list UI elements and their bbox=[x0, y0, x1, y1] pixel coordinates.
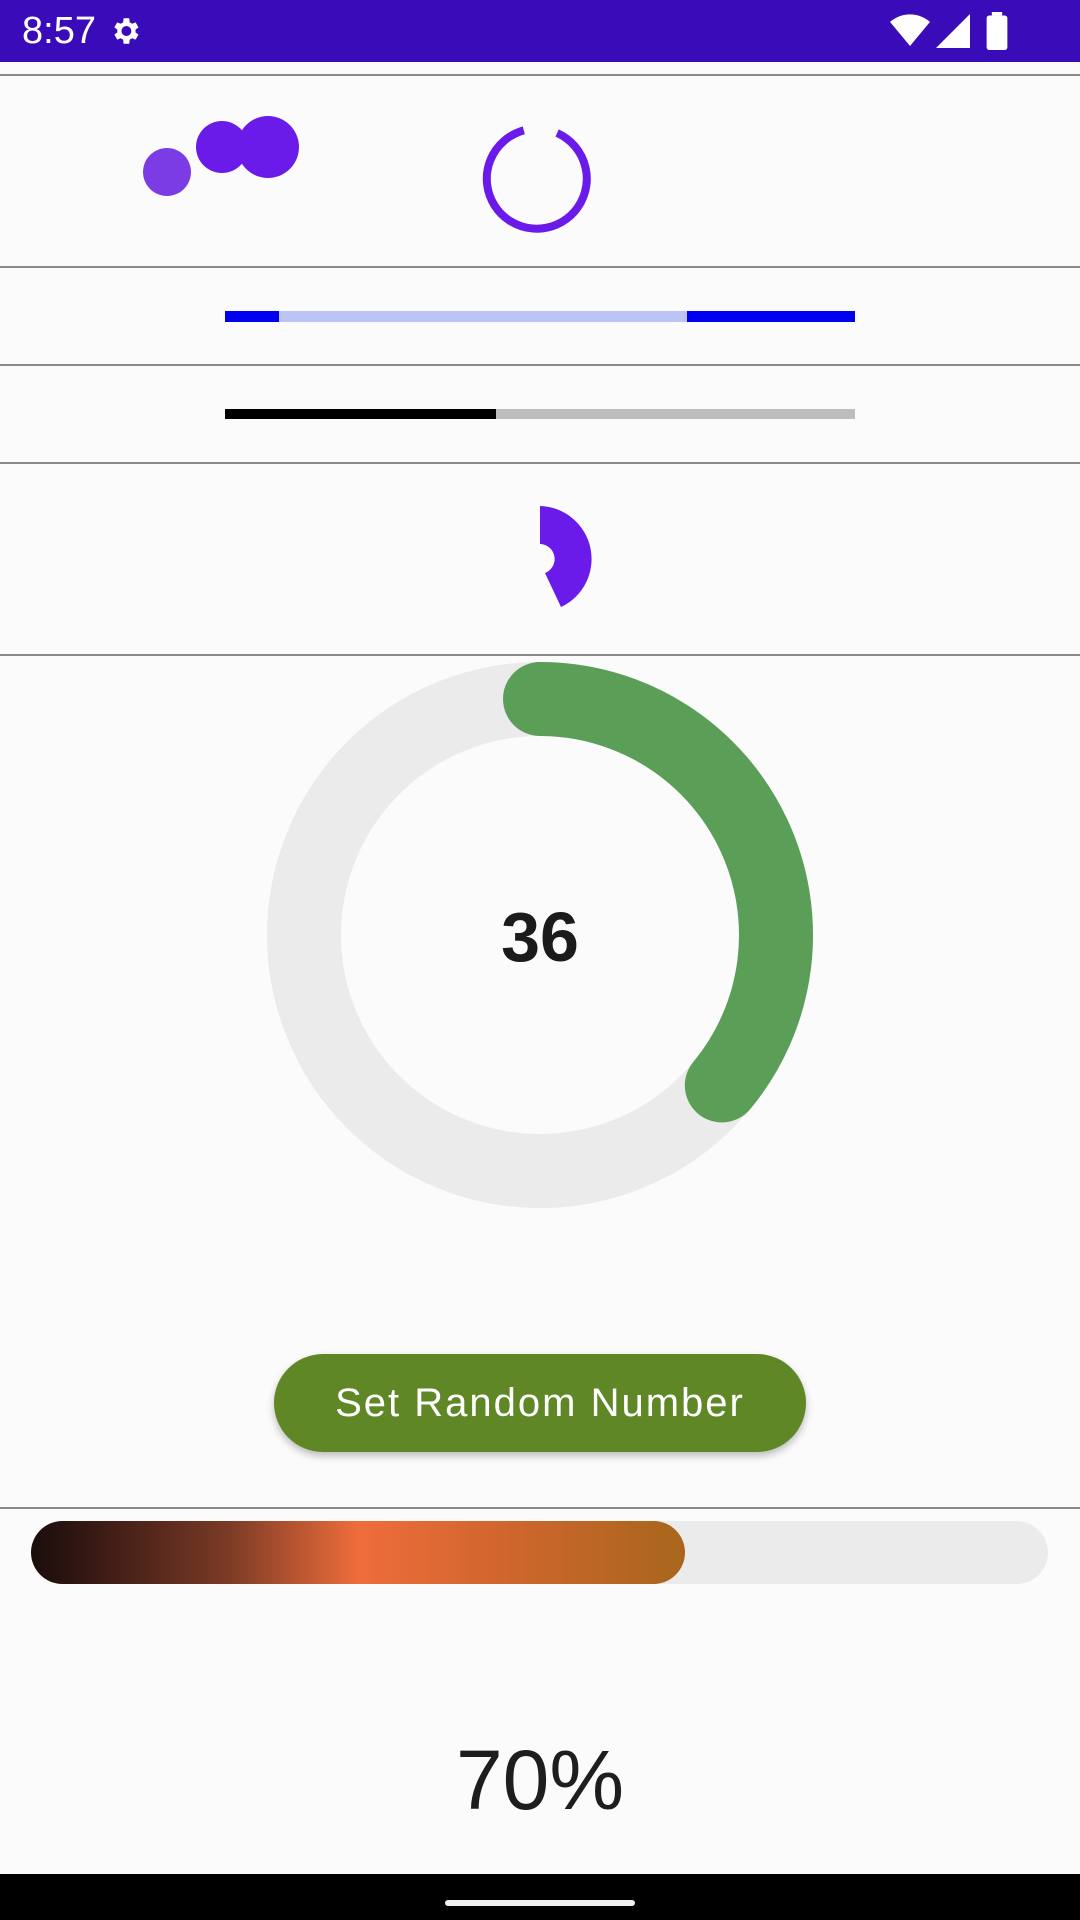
ring-value-label: 36 bbox=[501, 898, 579, 976]
progress-percent-label: 70% bbox=[455, 1733, 625, 1827]
wifi-icon bbox=[890, 14, 930, 47]
determinate-progress-fill bbox=[225, 409, 496, 419]
spinner-arc bbox=[482, 126, 591, 233]
divider bbox=[0, 462, 1080, 464]
determinate-progress-bar bbox=[225, 409, 855, 419]
gradient-progress-fill bbox=[31, 1521, 685, 1584]
signal-icon bbox=[936, 14, 970, 48]
small-arc-shape bbox=[540, 506, 592, 607]
gear-icon bbox=[114, 18, 139, 44]
divider bbox=[0, 74, 1080, 76]
small-arc-indicator bbox=[540, 506, 592, 607]
gradient-progress-bar bbox=[31, 1521, 1048, 1584]
indeterminate-progress-bar bbox=[225, 311, 855, 322]
status-time: 8:57 bbox=[22, 10, 96, 52]
dot-3 bbox=[237, 116, 299, 178]
set-random-number-button[interactable]: Set Random Number bbox=[274, 1354, 806, 1452]
status-bar: 8:57 bbox=[0, 0, 1080, 62]
navigation-bar bbox=[0, 1874, 1080, 1920]
divider bbox=[0, 1507, 1080, 1509]
bouncing-dots-indicator bbox=[143, 116, 299, 196]
divider bbox=[0, 266, 1080, 268]
screen: 8:57 36 Set Random Number 70% bbox=[0, 0, 1080, 1920]
dot-1 bbox=[143, 148, 191, 196]
indeterminate-segment-left bbox=[225, 311, 279, 322]
home-gesture-handle[interactable] bbox=[445, 1900, 635, 1906]
divider bbox=[0, 654, 1080, 656]
battery-icon bbox=[986, 12, 1008, 50]
indeterminate-segment-right bbox=[687, 311, 855, 322]
divider bbox=[0, 364, 1080, 366]
circular-spinner bbox=[482, 126, 591, 233]
